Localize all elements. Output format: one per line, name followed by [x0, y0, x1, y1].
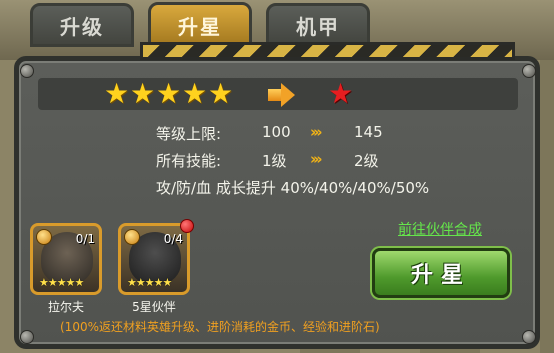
skills-to: 2级: [354, 152, 379, 170]
coin-icon: [124, 229, 140, 245]
material-count: 0/1: [75, 232, 95, 246]
skills-label: 所有技能:: [156, 152, 222, 170]
rivet-icon: [20, 64, 34, 78]
star-icon: ★: [182, 77, 208, 110]
growth-text: 攻/防/血 成长提升 40%/40%/40%/50%: [156, 179, 430, 197]
tab-mecha-label: 机甲: [296, 14, 340, 39]
coin-icon: [36, 229, 52, 245]
skills-from: 1级: [262, 152, 287, 170]
mini-stars-icon: ★★★★★: [39, 276, 84, 289]
level-cap-to: 145: [354, 123, 383, 141]
go-to-partner-synthesis-link[interactable]: 前往伙伴合成: [398, 219, 482, 239]
notification-dot-icon: [180, 219, 194, 233]
star-icon: ★: [130, 77, 156, 110]
level-cap-from: 100: [262, 123, 291, 141]
star-up-button-label: 升星: [410, 263, 471, 288]
material-card-ralph[interactable]: 0/1 ★★★★★: [30, 223, 102, 295]
rivet-icon: [522, 64, 536, 78]
next-star-icon: ★: [328, 77, 354, 110]
material-name: 拉尔夫: [47, 300, 84, 314]
level-cap-label: 等级上限:: [156, 125, 222, 143]
tab-mecha[interactable]: 机甲: [266, 3, 370, 47]
material-count: 0/4: [163, 232, 183, 246]
star-icon: ★: [104, 77, 130, 110]
mini-stars-icon: ★★★★★: [127, 276, 172, 289]
hazard-stripe: [140, 42, 515, 60]
star-up-button[interactable]: 升星: [372, 248, 510, 298]
refund-note: (100%返还材料英雄升级、进阶消耗的金币、经验和进阶石): [60, 320, 380, 334]
star-icon: ★: [156, 77, 182, 110]
star-icon: ★: [208, 77, 234, 110]
tab-upgrade-label: 升级: [60, 14, 104, 39]
material-card-5star-partner[interactable]: 0/4 ★★★★★: [118, 223, 190, 295]
tab-upgrade[interactable]: 升级: [30, 3, 134, 47]
rivet-icon: [20, 330, 34, 344]
rivet-icon: [522, 330, 536, 344]
material-name: 5星伙伴: [132, 300, 176, 314]
chevron-right-icon: ›››: [310, 150, 322, 168]
tab-star-up-label: 升星: [178, 14, 222, 39]
chevron-right-icon: ›››: [310, 123, 322, 141]
